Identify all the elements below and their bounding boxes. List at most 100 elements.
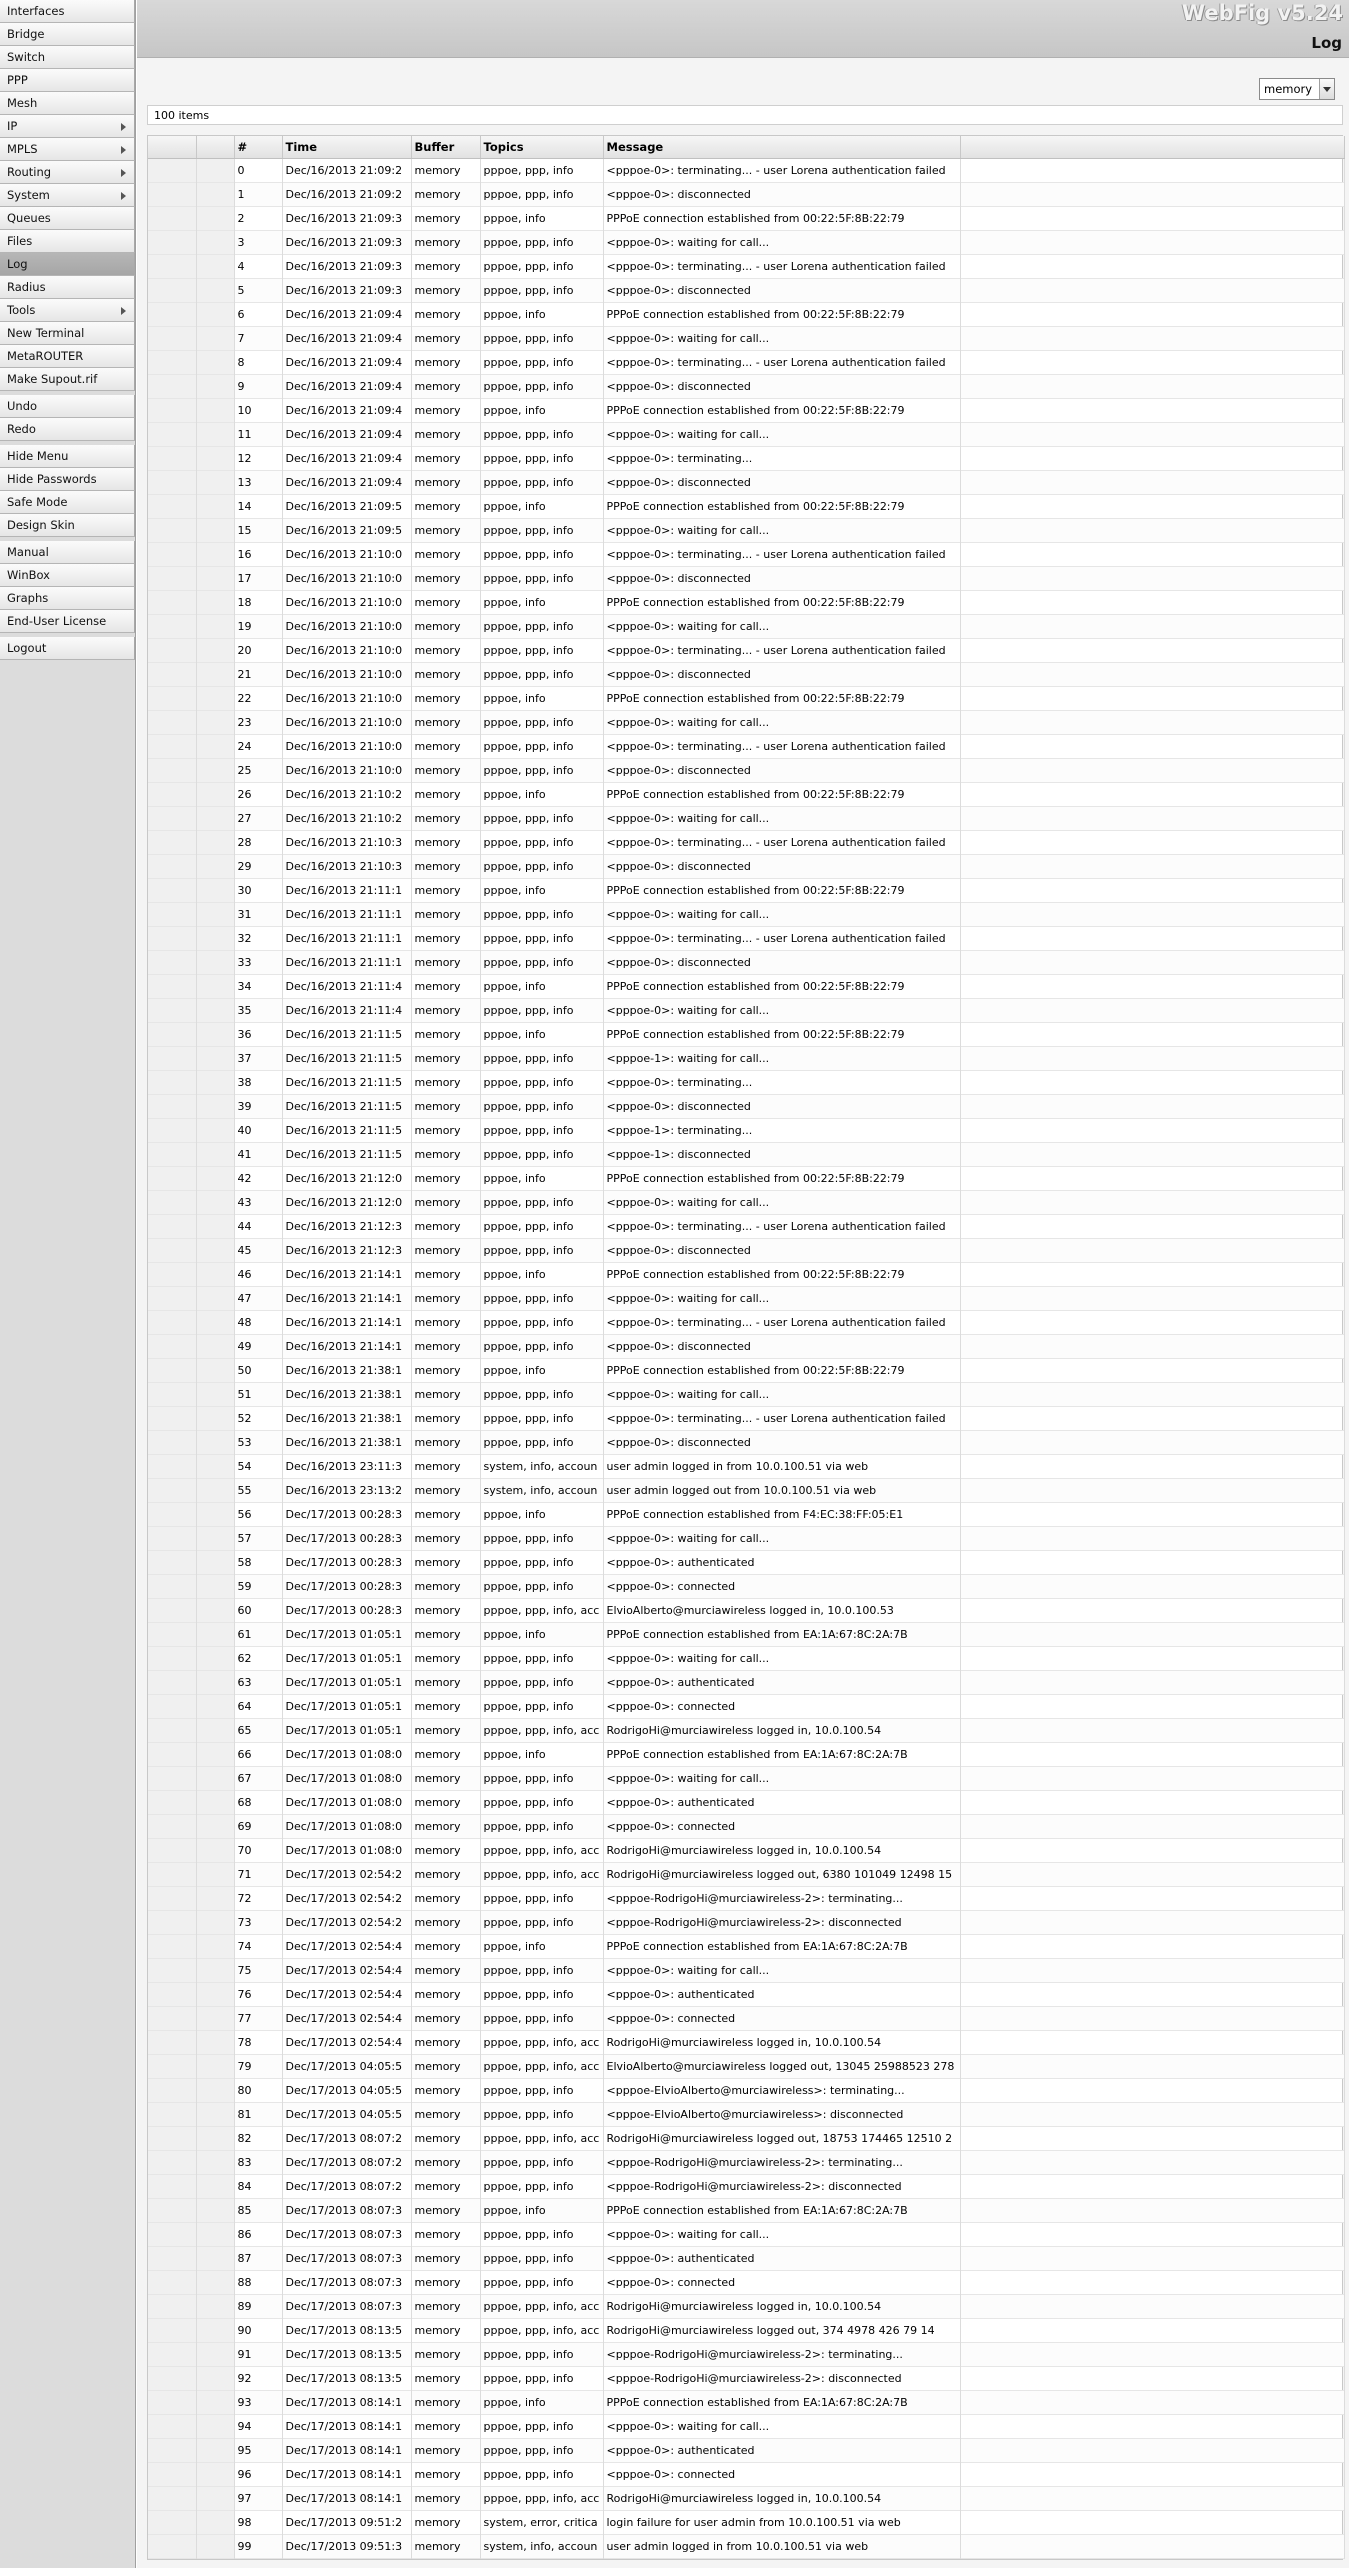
row-cell-chk[interactable] [148, 2318, 197, 2342]
row-cell-sel[interactable] [196, 182, 235, 206]
row-cell-sel[interactable] [196, 158, 235, 182]
row-cell-sel[interactable] [196, 1670, 235, 1694]
row-cell-chk[interactable] [148, 2174, 197, 2198]
table-row[interactable]: 16 Dec/16/2013 21:10:0 memory pppoe, ppp, i… [148, 542, 1345, 566]
column-header-buffer[interactable]: Buffer [411, 136, 481, 159]
menu-item-radius[interactable]: Radius [0, 276, 135, 299]
row-cell-sel[interactable] [196, 2366, 235, 2390]
row-cell-sel[interactable] [196, 1718, 235, 1742]
row-cell-sel[interactable] [196, 1886, 235, 1910]
row-cell-sel[interactable] [196, 1358, 235, 1382]
table-row[interactable]: 0 Dec/16/2013 21:09:2 memory pppoe, ppp, in… [148, 158, 1345, 182]
row-cell-sel[interactable] [196, 806, 235, 830]
row-cell-chk[interactable] [148, 446, 197, 470]
table-row[interactable]: 18 Dec/16/2013 21:10:0 memory pppoe, info PP… [148, 590, 1345, 614]
row-cell-sel[interactable] [196, 566, 235, 590]
menu-item-hide-menu[interactable]: Hide Menu [0, 445, 135, 468]
row-cell-sel[interactable] [196, 1430, 235, 1454]
row-cell-chk[interactable] [148, 2078, 197, 2102]
table-row[interactable]: 52 Dec/16/2013 21:38:1 memory pppoe, ppp, i… [148, 1406, 1345, 1430]
menu-item-queues[interactable]: Queues [0, 207, 135, 230]
row-cell-sel[interactable] [196, 2102, 235, 2126]
row-cell-chk[interactable] [148, 2534, 197, 2558]
menu-item-routing[interactable]: Routing [0, 161, 135, 184]
row-cell-chk[interactable] [148, 350, 197, 374]
table-row[interactable]: 97 Dec/17/2013 08:14:1 memory pppoe, ppp, i… [148, 2486, 1345, 2510]
table-row[interactable]: 39 Dec/16/2013 21:11:5 memory pppoe, ppp, i… [148, 1094, 1345, 1118]
row-cell-sel[interactable] [196, 2054, 235, 2078]
menu-item-ip[interactable]: IP [0, 115, 135, 138]
column-header-sel[interactable] [196, 136, 235, 159]
row-cell-chk[interactable] [148, 1334, 197, 1358]
row-cell-sel[interactable] [196, 1694, 235, 1718]
table-row[interactable]: 17 Dec/16/2013 21:10:0 memory pppoe, ppp, i… [148, 566, 1345, 590]
row-cell-sel[interactable] [196, 374, 235, 398]
table-row[interactable]: 51 Dec/16/2013 21:38:1 memory pppoe, ppp, i… [148, 1382, 1345, 1406]
row-cell-chk[interactable] [148, 1742, 197, 1766]
table-row[interactable]: 55 Dec/16/2013 23:13:2 memory system, info,… [148, 1478, 1345, 1502]
row-cell-chk[interactable] [148, 926, 197, 950]
row-cell-chk[interactable] [148, 1862, 197, 1886]
row-cell-chk[interactable] [148, 1718, 197, 1742]
table-row[interactable]: 12 Dec/16/2013 21:09:4 memory pppoe, ppp, i… [148, 446, 1345, 470]
table-row[interactable]: 28 Dec/16/2013 21:10:3 memory pppoe, ppp, i… [148, 830, 1345, 854]
menu-item-new-terminal[interactable]: New Terminal [0, 322, 135, 345]
table-row[interactable]: 26 Dec/16/2013 21:10:2 memory pppoe, info PP… [148, 782, 1345, 806]
table-row[interactable]: 86 Dec/17/2013 08:07:3 memory pppoe, ppp, i… [148, 2222, 1345, 2246]
row-cell-chk[interactable] [148, 1886, 197, 1910]
row-cell-sel[interactable] [196, 1310, 235, 1334]
row-cell-sel[interactable] [196, 734, 235, 758]
row-cell-chk[interactable] [148, 542, 197, 566]
row-cell-chk[interactable] [148, 830, 197, 854]
row-cell-sel[interactable] [196, 686, 235, 710]
table-row[interactable]: 50 Dec/16/2013 21:38:1 memory pppoe, info PP… [148, 1358, 1345, 1382]
row-cell-sel[interactable] [196, 1982, 235, 2006]
table-row[interactable]: 90 Dec/17/2013 08:13:5 memory pppoe, ppp, i… [148, 2318, 1345, 2342]
row-cell-chk[interactable] [148, 854, 197, 878]
row-cell-chk[interactable] [148, 2438, 197, 2462]
menu-item-files[interactable]: Files [0, 230, 135, 253]
buffer-select[interactable]: memory [1259, 78, 1335, 100]
row-cell-chk[interactable] [148, 470, 197, 494]
table-row[interactable]: 91 Dec/17/2013 08:13:5 memory pppoe, ppp, i… [148, 2342, 1345, 2366]
row-cell-sel[interactable] [196, 278, 235, 302]
row-cell-chk[interactable] [148, 878, 197, 902]
row-cell-chk[interactable] [148, 1982, 197, 2006]
row-cell-sel[interactable] [196, 2126, 235, 2150]
row-cell-chk[interactable] [148, 1238, 197, 1262]
table-row[interactable]: 89 Dec/17/2013 08:07:3 memory pppoe, ppp, i… [148, 2294, 1345, 2318]
row-cell-chk[interactable] [148, 1070, 197, 1094]
table-row[interactable]: 85 Dec/17/2013 08:07:3 memory pppoe, info PP… [148, 2198, 1345, 2222]
row-cell-chk[interactable] [148, 1790, 197, 1814]
table-row[interactable]: 48 Dec/16/2013 21:14:1 memory pppoe, ppp, i… [148, 1310, 1345, 1334]
row-cell-chk[interactable] [148, 782, 197, 806]
table-row[interactable]: 49 Dec/16/2013 21:14:1 memory pppoe, ppp, i… [148, 1334, 1345, 1358]
table-row[interactable]: 95 Dec/17/2013 08:14:1 memory pppoe, ppp, i… [148, 2438, 1345, 2462]
column-header-num[interactable]: # [234, 136, 283, 159]
row-cell-chk[interactable] [148, 1502, 197, 1526]
row-cell-sel[interactable] [196, 1166, 235, 1190]
column-header-chk[interactable] [148, 136, 197, 159]
table-row[interactable]: 38 Dec/16/2013 21:11:5 memory pppoe, ppp, i… [148, 1070, 1345, 1094]
table-row[interactable]: 8 Dec/16/2013 21:09:4 memory pppoe, ppp, in… [148, 350, 1345, 374]
table-row[interactable]: 74 Dec/17/2013 02:54:4 memory pppoe, info PP… [148, 1934, 1345, 1958]
table-row[interactable]: 61 Dec/17/2013 01:05:1 memory pppoe, info PP… [148, 1622, 1345, 1646]
table-row[interactable]: 82 Dec/17/2013 08:07:2 memory pppoe, ppp, i… [148, 2126, 1345, 2150]
row-cell-sel[interactable] [196, 2222, 235, 2246]
row-cell-chk[interactable] [148, 974, 197, 998]
table-row[interactable]: 77 Dec/17/2013 02:54:4 memory pppoe, ppp, i… [148, 2006, 1345, 2030]
menu-item-graphs[interactable]: Graphs [0, 587, 135, 610]
row-cell-sel[interactable] [196, 1334, 235, 1358]
table-row[interactable]: 36 Dec/16/2013 21:11:5 memory pppoe, info PP… [148, 1022, 1345, 1046]
row-cell-sel[interactable] [196, 1910, 235, 1934]
row-cell-sel[interactable] [196, 1214, 235, 1238]
row-cell-chk[interactable] [148, 1574, 197, 1598]
row-cell-chk[interactable] [148, 638, 197, 662]
row-cell-chk[interactable] [148, 1910, 197, 1934]
table-row[interactable]: 73 Dec/17/2013 02:54:2 memory pppoe, ppp, i… [148, 1910, 1345, 1934]
row-cell-chk[interactable] [148, 278, 197, 302]
row-cell-sel[interactable] [196, 230, 235, 254]
row-cell-sel[interactable] [196, 950, 235, 974]
row-cell-chk[interactable] [148, 2390, 197, 2414]
menu-item-manual[interactable]: Manual [0, 541, 135, 564]
